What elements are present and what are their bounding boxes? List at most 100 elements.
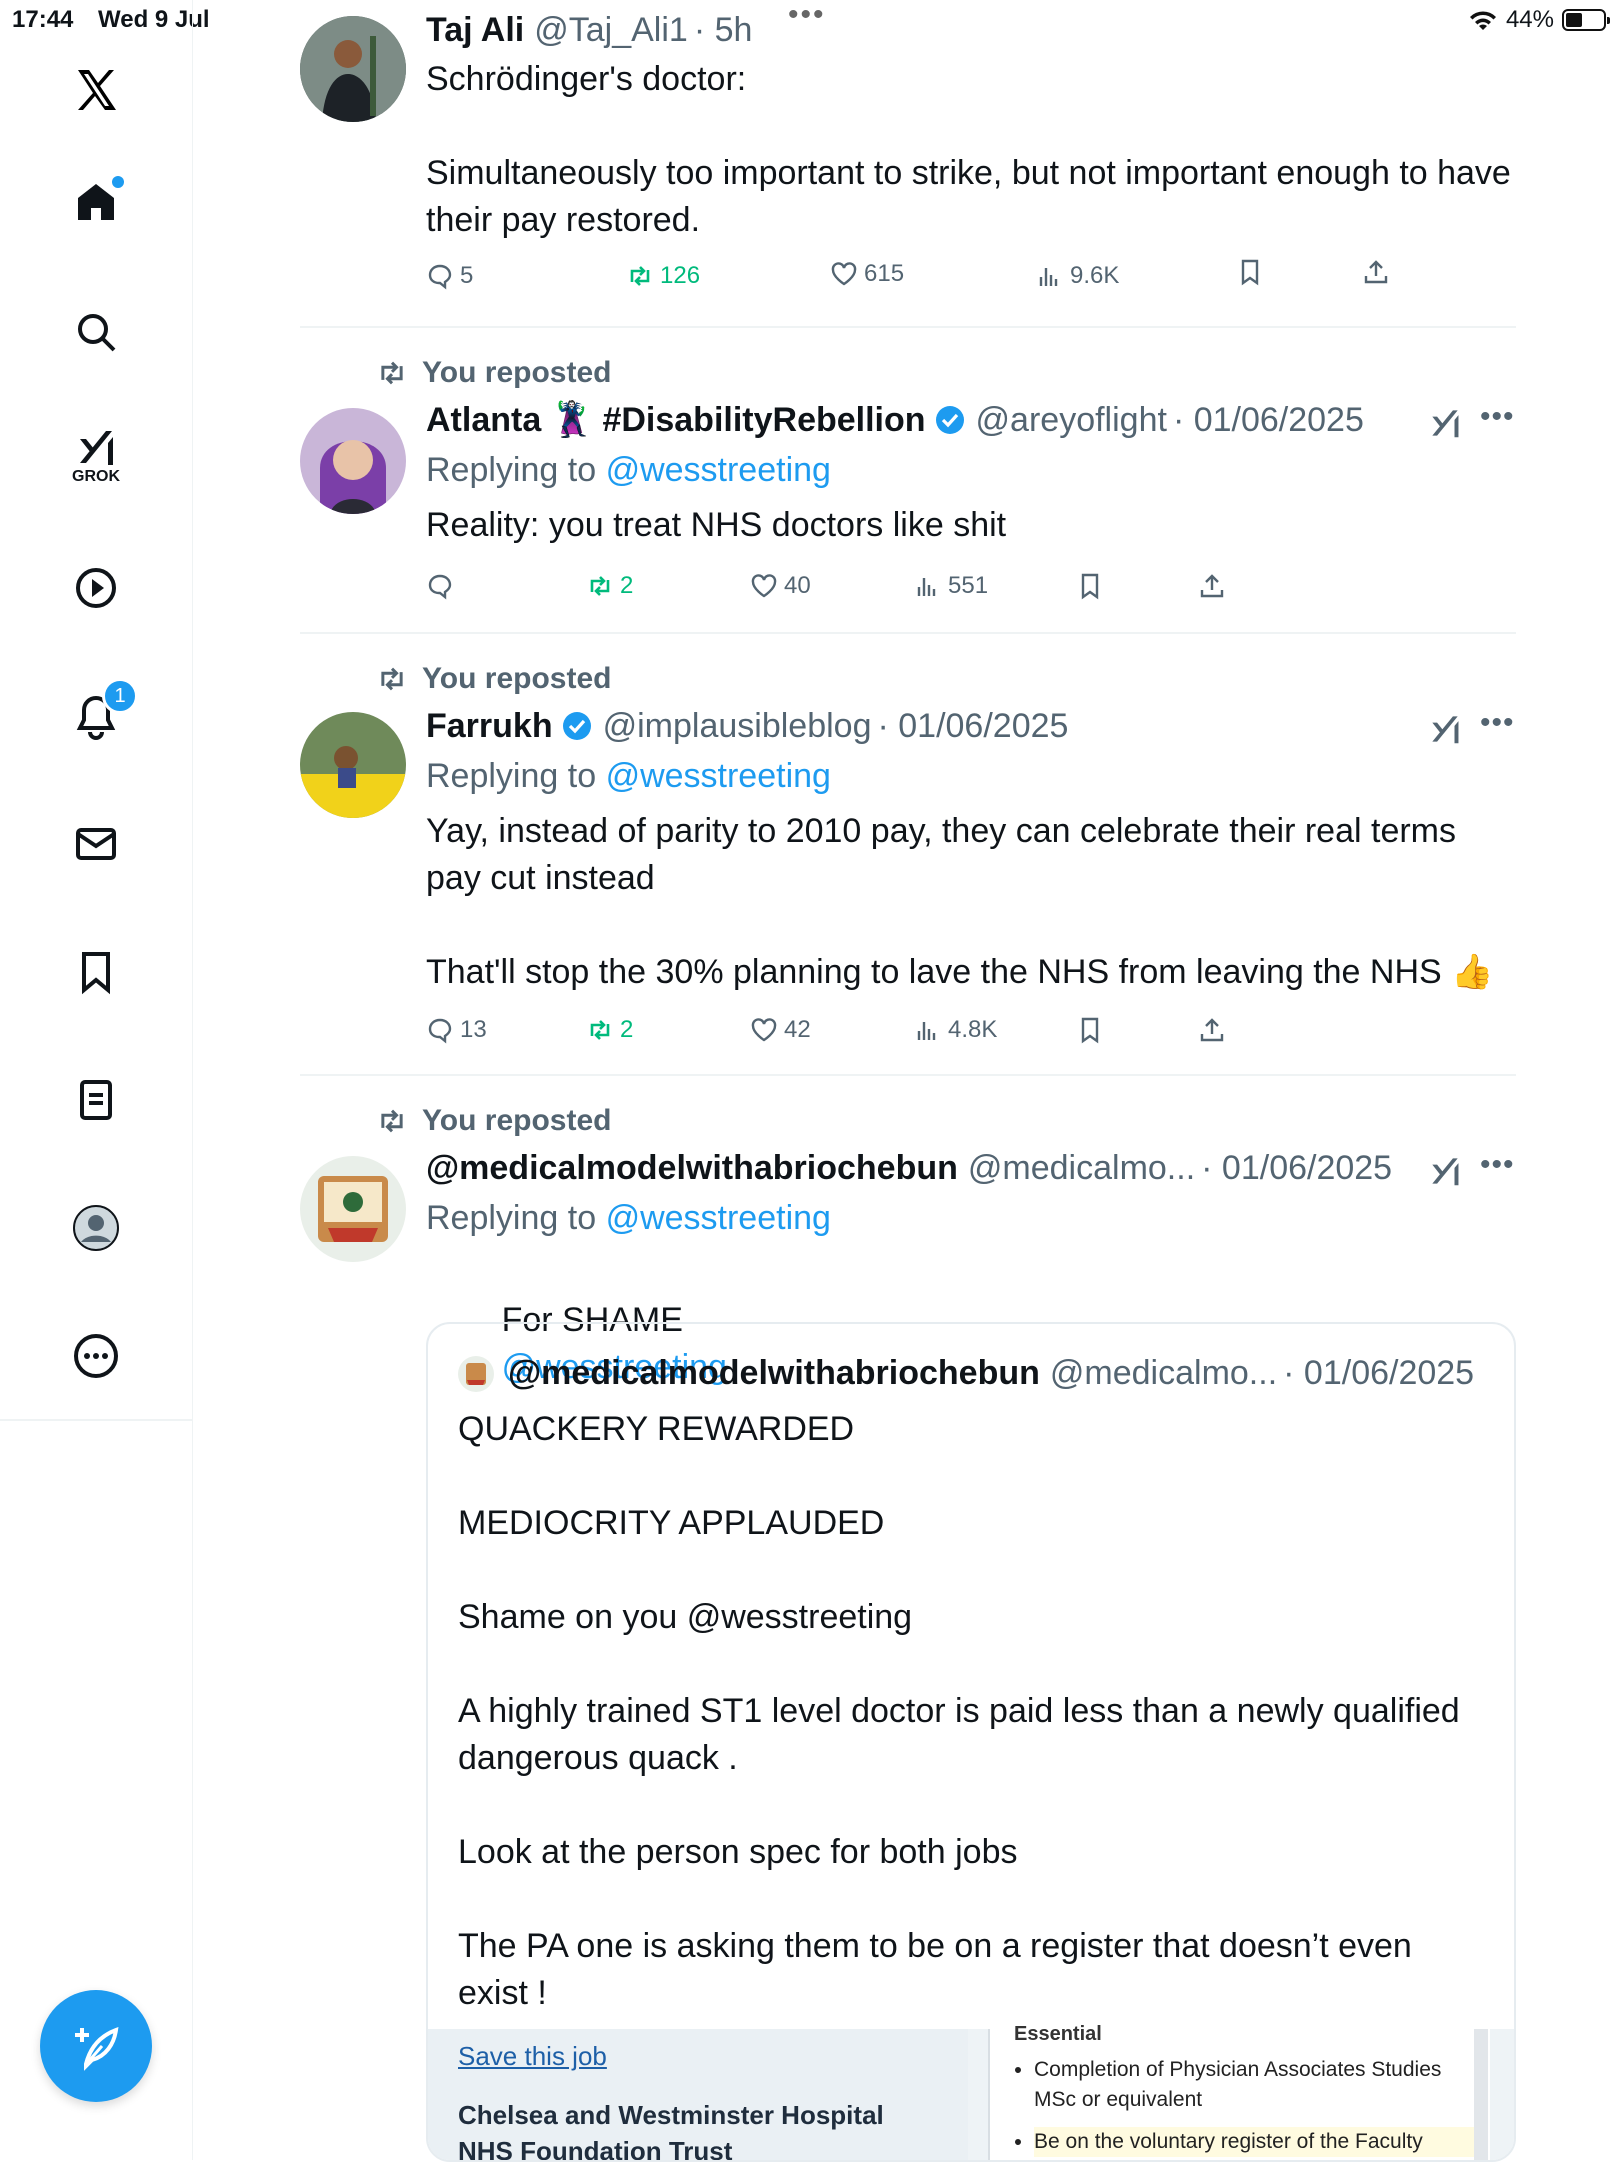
views-button[interactable]: 4.8K [914, 1016, 997, 1044]
repost-count: 126 [660, 262, 701, 289]
share-button[interactable] [1198, 1016, 1226, 1044]
author-name[interactable]: Farrukh [426, 704, 553, 748]
quoted-avatar[interactable] [458, 1355, 494, 1392]
repost-context: You reposted [376, 1104, 611, 1138]
avatar[interactable] [300, 408, 406, 514]
repost-label: You reposted [422, 356, 612, 389]
tweet-separator [300, 1074, 1516, 1076]
replying-mention[interactable]: @wesstreeting [606, 757, 831, 795]
profile-avatar-icon[interactable] [64, 1196, 128, 1260]
share-button[interactable] [1198, 572, 1226, 600]
repost-icon [381, 361, 403, 385]
sidebar: GROK 1 [0, 0, 193, 2160]
heart-icon [751, 1018, 777, 1042]
job-organisation: Chelsea and Westminster Hospital NHS Fou… [458, 2100, 884, 2162]
views-icon [917, 1022, 936, 1040]
repost-button[interactable]: 126 [626, 262, 700, 290]
bookmark-button[interactable] [1076, 1016, 1104, 1044]
grok-label: GROK [72, 468, 120, 485]
sidebar-divider [0, 1419, 192, 1421]
reply-count: 5 [460, 262, 474, 289]
repost-label: You reposted [422, 662, 612, 695]
like-button[interactable]: 42 [750, 1016, 811, 1044]
person-spec-list: Completion of Physician Associates Studi… [1008, 2055, 1474, 2160]
home-unread-dot [112, 176, 124, 188]
save-job-link: Save this job [458, 2041, 607, 2071]
tweet-more-button[interactable]: ••• [1480, 400, 1515, 434]
author-name[interactable]: Taj Ali [426, 8, 524, 52]
avatar[interactable] [300, 16, 406, 122]
tweet-more-button[interactable]: ••• [1480, 706, 1515, 740]
tweet-time[interactable]: · 5h [694, 8, 753, 52]
like-button[interactable]: 615 [830, 260, 904, 288]
search-icon[interactable] [64, 300, 128, 364]
quoted-author-name[interactable]: @medicalmodelwithabriochebun [508, 1354, 1040, 1393]
tweet-header: @medicalmodelwithabriochebun @medicalmo.… [426, 1146, 1516, 1190]
replying-mention[interactable]: @wesstreeting [606, 1199, 831, 1237]
like-count: 42 [784, 1016, 811, 1043]
author-handle[interactable]: @medicalmo... [968, 1146, 1195, 1190]
author-name[interactable]: @medicalmodelwithabriochebun [426, 1146, 958, 1190]
repost-count: 2 [620, 1016, 634, 1043]
tweet-header: Taj Ali @Taj_Ali1 · 5h [426, 8, 1516, 52]
bookmarks-icon[interactable] [64, 940, 128, 1004]
views-button[interactable]: 9.6K [1036, 262, 1119, 290]
repost-context: You reposted [376, 662, 611, 696]
essential-heading: Essential [1014, 2023, 1102, 2045]
quoted-tweet[interactable]: @medicalmodelwithabriochebun @medicalmo.… [426, 1322, 1516, 2162]
avatar[interactable] [300, 712, 406, 818]
avatar[interactable] [300, 1156, 406, 1262]
tweet-time[interactable]: · 01/06/2025 [877, 704, 1068, 748]
grok-explain-icon[interactable] [1426, 710, 1464, 748]
notifications-icon[interactable]: 1 [64, 678, 138, 748]
views-count: 9.6K [1070, 262, 1120, 289]
author-handle[interactable]: @implausibleblog [603, 704, 872, 748]
bookmark-button[interactable] [1076, 572, 1104, 600]
messages-icon[interactable] [64, 812, 128, 876]
replying-mention[interactable]: @wesstreeting [606, 451, 831, 489]
quoted-tweet-image[interactable]: Save this job Chelsea and Westminster Ho… [428, 2023, 1514, 2162]
author-handle[interactable]: @areyoflight [976, 398, 1167, 442]
lists-icon[interactable] [64, 1068, 128, 1132]
tweet[interactable]: You reposted @medicalmodelwithabriochebu… [300, 1104, 1516, 2162]
views-button[interactable]: 551 [914, 572, 988, 600]
reply-icon [428, 264, 452, 290]
share-icon [1200, 574, 1224, 598]
reply-icon [428, 1018, 452, 1044]
grok-explain-icon[interactable] [1426, 1152, 1464, 1190]
compose-post-button[interactable] [40, 1990, 152, 2102]
author-name[interactable]: Atlanta 🦹 #DisabilityRebellion [426, 398, 926, 442]
video-icon[interactable] [64, 556, 128, 620]
tweet-separator [300, 326, 1516, 328]
tweet-text: Yay, instead of parity to 2010 pay, they… [426, 812, 1494, 991]
bookmark-icon [1241, 259, 1259, 286]
replying-to: Replying to @wesstreeting [426, 448, 1516, 492]
tweet-text: Schrödinger's doctor: Simultaneously too… [426, 60, 1511, 239]
like-button[interactable]: 40 [750, 572, 811, 600]
bookmark-icon [1081, 1017, 1099, 1044]
bookmark-button[interactable] [1236, 258, 1264, 286]
tweet-more-button[interactable]: ••• [1480, 1148, 1515, 1182]
repost-icon [381, 1109, 403, 1133]
person-spec-right: Essential Completion of Physician Associ… [988, 2023, 1490, 2160]
more-icon[interactable] [64, 1324, 128, 1388]
reply-button[interactable]: 5 [426, 262, 473, 290]
repost-icon [590, 576, 610, 596]
views-count: 4.8K [948, 1016, 998, 1043]
grok-explain-icon[interactable] [1426, 404, 1464, 442]
repost-button[interactable]: 2 [586, 572, 633, 600]
grok-icon[interactable]: GROK [64, 422, 128, 486]
home-icon[interactable] [64, 170, 128, 234]
x-logo-icon[interactable] [64, 58, 128, 122]
tweet-time[interactable]: · 01/06/2025 [1173, 398, 1364, 442]
tweet-time[interactable]: · 01/06/2025 [1201, 1146, 1392, 1190]
repost-count: 2 [620, 572, 634, 599]
share-button[interactable] [1362, 258, 1390, 286]
reply-button[interactable]: 13 [426, 1016, 487, 1044]
battery-icon [1562, 9, 1610, 31]
repost-button[interactable]: 2 [586, 1016, 633, 1044]
quoted-author-handle[interactable]: @medicalmo... [1050, 1354, 1277, 1393]
author-handle[interactable]: @Taj_Ali1 [534, 8, 688, 52]
reply-button[interactable] [426, 572, 460, 600]
reply-icon [428, 574, 452, 600]
